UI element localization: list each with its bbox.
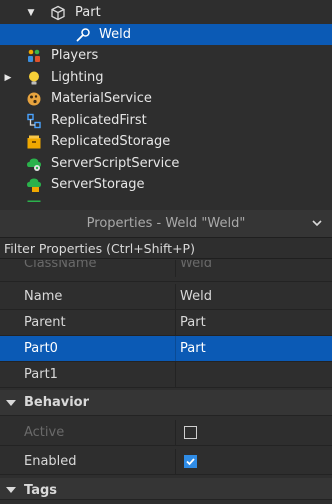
property-value: Weld	[180, 260, 212, 271]
properties-header: Properties - Weld "Weld"	[0, 210, 332, 237]
property-name: Parent	[24, 315, 66, 330]
filter-placeholder: Filter Properties (Ctrl+Shift+P)	[4, 241, 195, 256]
active-checkbox[interactable]	[184, 426, 197, 439]
column-divider	[175, 420, 176, 445]
tree-item-label: Part	[75, 5, 101, 20]
column-divider	[175, 449, 176, 474]
tree-item-material-service[interactable]: MaterialService	[0, 88, 332, 110]
properties-title: Properties - Weld "Weld"	[86, 216, 246, 231]
tree-item-label: ServerScriptService	[51, 155, 180, 171]
column-divider	[175, 336, 176, 361]
tree-item-label: ReplicatedFirst	[51, 112, 147, 128]
filter-properties-input[interactable]: Filter Properties (Ctrl+Shift+P)	[0, 237, 332, 259]
tree-item-lighting[interactable]: ▶ Lighting	[0, 67, 332, 89]
section-title: Behavior	[24, 395, 90, 410]
section-title: Tags	[24, 483, 58, 498]
replicated-first-icon	[27, 113, 41, 128]
property-name: ClassName	[24, 260, 97, 271]
property-value[interactable]: Part	[180, 310, 206, 336]
collapse-triangle-icon[interactable]	[6, 400, 16, 406]
column-divider	[175, 310, 176, 335]
tree-item-players[interactable]: Players	[0, 45, 332, 67]
property-value[interactable]: Part	[180, 336, 206, 362]
tree-item-partial[interactable]	[0, 196, 332, 202]
tree-item-label: ServerStorage	[51, 177, 145, 192]
enabled-checkbox[interactable]	[184, 455, 197, 468]
starter-gui-icon	[27, 200, 41, 202]
section-tags[interactable]: Tags	[0, 478, 332, 500]
replicated-storage-icon	[27, 135, 41, 149]
players-icon	[28, 49, 40, 62]
tree-item-label: Players	[51, 48, 99, 63]
tree-item-label: MaterialService	[51, 91, 152, 106]
part-icon	[51, 5, 65, 21]
tree-item-replicated-storage[interactable]: ReplicatedStorage	[0, 131, 332, 153]
section-behavior[interactable]: Behavior	[0, 390, 332, 416]
property-row-part1[interactable]: Part1	[0, 362, 332, 388]
material-service-icon	[27, 92, 41, 106]
lighting-icon	[29, 71, 39, 84]
server-script-service-icon	[27, 158, 41, 171]
property-row-enabled[interactable]: Enabled	[0, 449, 332, 475]
tree-item-server-script-service[interactable]: ServerScriptService	[0, 153, 332, 175]
column-divider	[175, 260, 176, 277]
property-name: Part1	[24, 367, 58, 382]
checkmark-icon	[186, 458, 195, 466]
property-row-active[interactable]: Active	[0, 420, 332, 446]
collapse-arrow-icon[interactable]: ▼	[26, 8, 36, 18]
column-divider	[175, 284, 176, 309]
weld-icon	[76, 27, 90, 41]
tree-item-weld[interactable]: Weld	[0, 23, 332, 45]
collapse-triangle-icon[interactable]	[6, 487, 16, 493]
column-divider	[175, 362, 176, 387]
property-row-parent[interactable]: Parent Part	[0, 310, 332, 336]
property-name: Part0	[24, 341, 58, 356]
property-row-part0[interactable]: Part0 Part	[0, 336, 332, 362]
expand-arrow-icon[interactable]: ▶	[3, 73, 13, 83]
property-name: Name	[24, 289, 63, 304]
tree-item-replicated-first[interactable]: ReplicatedFirst	[0, 110, 332, 132]
property-value[interactable]: Weld	[180, 284, 212, 310]
property-name: Active	[24, 425, 65, 440]
tree-item-part[interactable]: ▼ Part	[0, 2, 332, 24]
property-name: Enabled	[24, 454, 77, 469]
tree-item-server-storage[interactable]: ServerStorage	[0, 174, 332, 196]
tree-item-label: Weld	[99, 26, 131, 42]
tree-item-label: Lighting	[51, 69, 104, 85]
property-row-classname[interactable]: ClassName Weld	[0, 260, 332, 282]
chevron-down-icon[interactable]	[310, 216, 324, 230]
property-row-name[interactable]: Name Weld	[0, 284, 332, 310]
server-storage-icon	[27, 178, 41, 192]
explorer-panel: ▼ Part Weld Players ▶ Lighting MaterialS…	[0, 0, 332, 202]
tree-item-label: ReplicatedStorage	[51, 134, 171, 149]
